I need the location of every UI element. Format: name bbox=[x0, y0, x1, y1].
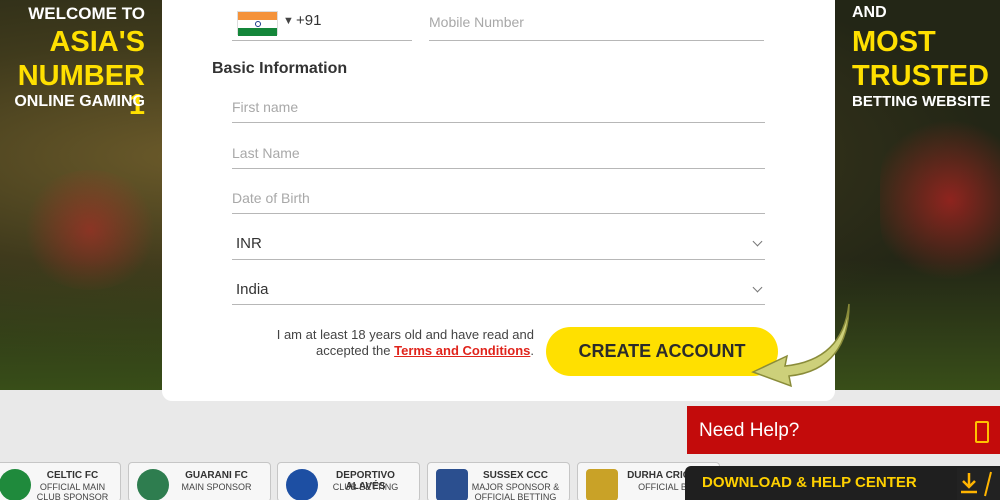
date-of-birth-underline bbox=[232, 213, 765, 214]
download-help-center-label: DOWNLOAD & HELP CENTER bbox=[702, 474, 917, 491]
last-name-underline bbox=[232, 168, 765, 169]
promo-left-line-1: WELCOME TO bbox=[28, 4, 145, 23]
sussex-logo-icon bbox=[436, 469, 468, 500]
alaves-logo-icon bbox=[286, 469, 318, 500]
sponsor-card[interactable]: GUARANI FC MAIN SPONSOR bbox=[128, 462, 271, 500]
dial-code-underline bbox=[232, 40, 412, 41]
promo-right-line-3: TRUSTED bbox=[852, 60, 989, 92]
mobile-number-underline bbox=[429, 40, 764, 41]
promo-left: WELCOME TO bbox=[28, 5, 145, 22]
country-underline bbox=[232, 304, 765, 305]
promo-left-line-4: ONLINE GAMING bbox=[14, 93, 145, 110]
sponsor-role: OFFICIAL MAIN CLUB SPONSOR bbox=[36, 482, 109, 500]
sponsor-card[interactable]: SUSSEX CCC MAJOR SPONSOR & OFFICIAL BETT… bbox=[427, 462, 570, 500]
need-help-bar[interactable]: Need Help? bbox=[687, 406, 1000, 454]
promo-right-line-4: BETTING WEBSITE bbox=[852, 93, 991, 110]
need-help-label: Need Help? bbox=[699, 420, 800, 441]
durham-logo-icon bbox=[586, 469, 618, 500]
promo-right-line-1: AND bbox=[852, 4, 887, 21]
sponsor-name: SUSSEX CCC bbox=[482, 470, 548, 481]
terms-link[interactable]: Terms and Conditions bbox=[394, 343, 530, 358]
sponsor-role: MAJOR SPONSOR & OFFICIAL BETTING bbox=[471, 482, 560, 500]
pointing-arrow-icon bbox=[751, 303, 850, 388]
country-code-dropdown-icon[interactable]: ▼ bbox=[283, 15, 294, 27]
terms-statement: I am at least 18 years old and have read… bbox=[250, 327, 534, 359]
promo-left-line-2: ASIA'S bbox=[49, 26, 145, 58]
country-select[interactable]: India bbox=[236, 281, 269, 298]
dial-code[interactable]: +91 bbox=[296, 12, 321, 29]
sponsor-role: MAIN SPONSOR bbox=[181, 482, 252, 492]
first-name-input[interactable]: First name bbox=[232, 99, 298, 115]
download-help-center-bar[interactable]: DOWNLOAD & HELP CENTER bbox=[685, 466, 1000, 500]
create-account-button[interactable]: CREATE ACCOUNT bbox=[546, 327, 778, 376]
promo-right-line-2: MOST bbox=[852, 26, 936, 58]
guarani-logo-icon bbox=[137, 469, 169, 500]
currency-underline bbox=[232, 259, 765, 260]
promo-left-line-3: NUMBER 1 bbox=[17, 60, 145, 121]
terms-suffix: . bbox=[530, 343, 534, 358]
basic-information-title: Basic Information bbox=[212, 60, 348, 77]
sponsor-name: GUARANI FC bbox=[185, 470, 248, 481]
sponsor-name: CELTIC FC bbox=[46, 470, 99, 481]
sponsor-card[interactable]: CELTIC FC OFFICIAL MAIN CLUB SPONSOR bbox=[0, 462, 121, 500]
currency-select[interactable]: INR bbox=[236, 235, 262, 252]
first-name-underline bbox=[232, 122, 765, 123]
mobile-number-input[interactable]: Mobile Number bbox=[429, 14, 524, 30]
india-flag-icon[interactable] bbox=[237, 11, 278, 36]
sponsor-card[interactable]: DEPORTIVO ALAVÉS CLUB BETTING bbox=[277, 462, 420, 500]
celtic-logo-icon bbox=[0, 469, 31, 500]
download-icon bbox=[957, 468, 1000, 500]
last-name-input[interactable]: Last Name bbox=[232, 145, 300, 161]
date-of-birth-input[interactable]: Date of Birth bbox=[232, 190, 310, 206]
chat-icon bbox=[975, 421, 989, 443]
sponsor-role: CLUB BETTING bbox=[332, 482, 399, 492]
